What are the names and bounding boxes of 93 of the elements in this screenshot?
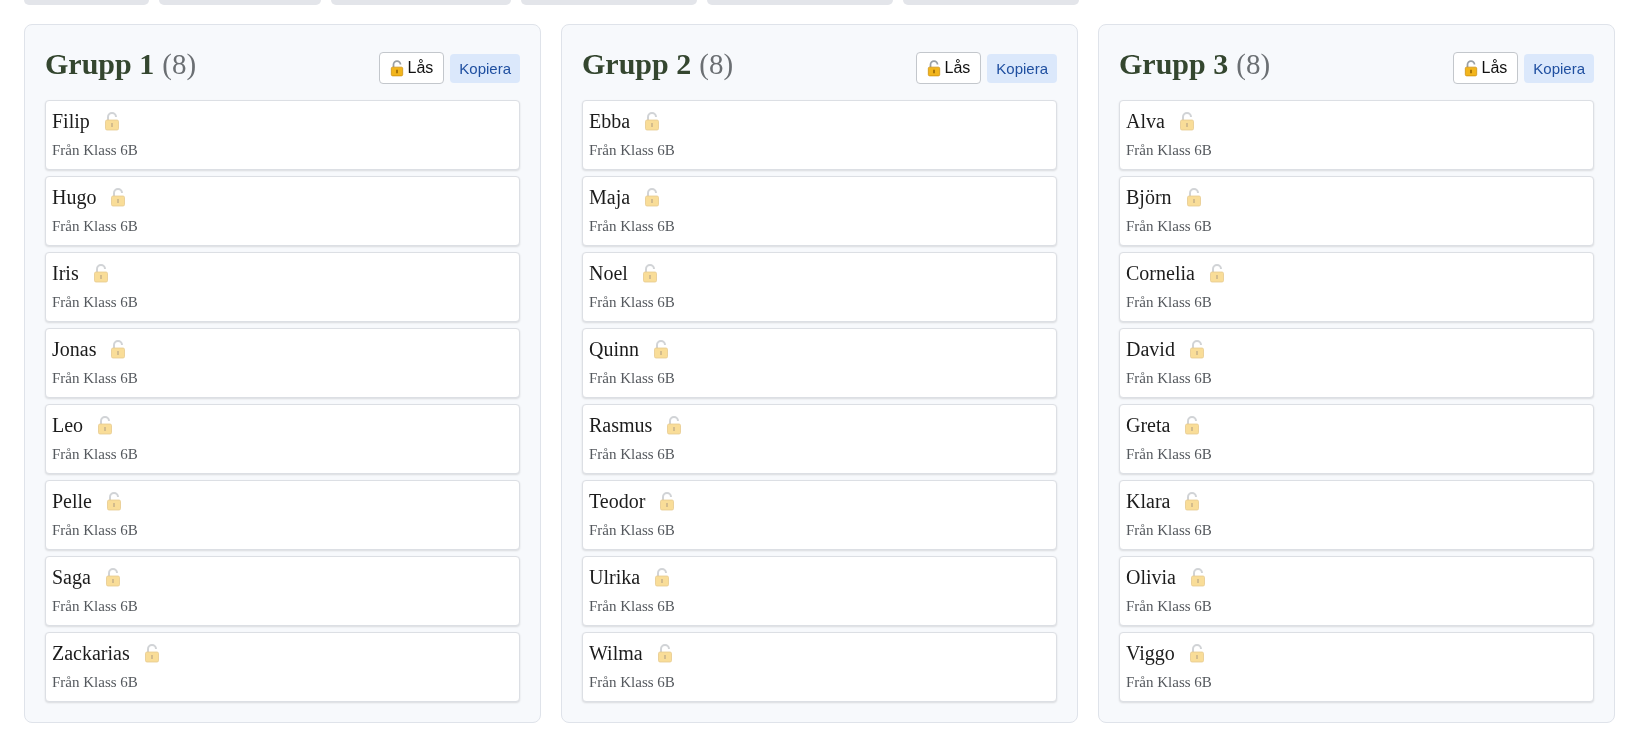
student-name: Leo xyxy=(52,413,84,437)
student-card[interactable]: Iris Från Klass 6B xyxy=(45,252,520,322)
student-card[interactable]: Hugo Från Klass 6B xyxy=(45,176,520,246)
student-card[interactable]: Björn Från Klass 6B xyxy=(1119,176,1594,246)
student-card[interactable]: Leo Från Klass 6B xyxy=(45,404,520,474)
toolbar-button[interactable] xyxy=(521,0,697,5)
student-name: Filip xyxy=(52,109,90,133)
group-count: (8) xyxy=(162,48,197,81)
student-name: Olivia xyxy=(1126,565,1176,589)
student-name: Teodor xyxy=(589,489,646,513)
student-origin: Från Klass 6B xyxy=(589,674,676,691)
copy-button[interactable]: Kopiera xyxy=(450,53,520,83)
student-name: Maja xyxy=(589,185,631,209)
student-name: Rasmus xyxy=(589,413,653,437)
student-card[interactable]: Maja Från Klass 6B xyxy=(582,176,1057,246)
toolbar-button[interactable] xyxy=(331,0,511,5)
student-card[interactable]: Quinn Från Klass 6B xyxy=(582,328,1057,398)
student-origin: Från Klass 6B xyxy=(1126,674,1213,691)
student-origin: Från Klass 6B xyxy=(52,598,139,615)
toolbar-button[interactable] xyxy=(24,0,149,5)
student-origin: Från Klass 6B xyxy=(1126,370,1213,387)
student-origin: Från Klass 6B xyxy=(52,142,139,159)
student-origin: Från Klass 6B xyxy=(52,218,139,235)
student-name: Ulrika xyxy=(589,565,641,589)
student-name: Wilma xyxy=(589,641,643,665)
group-title: Grupp 3 xyxy=(1119,47,1229,81)
student-card[interactable]: Olivia Från Klass 6B xyxy=(1119,556,1594,626)
student-origin: Från Klass 6B xyxy=(1126,446,1213,463)
student-card[interactable]: Saga Från Klass 6B xyxy=(45,556,520,626)
student-origin: Från Klass 6B xyxy=(1126,218,1213,235)
student-name: Zackarias xyxy=(52,641,130,665)
student-name: Klara xyxy=(1126,489,1171,513)
student-card[interactable]: Rasmus Från Klass 6B xyxy=(582,404,1057,474)
student-origin: Från Klass 6B xyxy=(589,370,676,387)
student-card[interactable]: Cornelia Från Klass 6B xyxy=(1119,252,1594,322)
lock-button[interactable]: Lås xyxy=(378,52,445,84)
student-name: Alva xyxy=(1126,109,1165,133)
student-origin: Från Klass 6B xyxy=(1126,522,1213,539)
student-name: Iris xyxy=(52,261,79,285)
copy-button[interactable]: Kopiera xyxy=(987,53,1057,83)
lock-button[interactable]: Lås xyxy=(1452,52,1519,84)
group-count: (8) xyxy=(1236,48,1271,81)
student-card[interactable]: Ebba Från Klass 6B xyxy=(582,100,1057,170)
student-card[interactable]: Alva Från Klass 6B xyxy=(1119,100,1594,170)
unlocked-padlock-icon xyxy=(1463,59,1478,77)
student-card[interactable]: Klara Från Klass 6B xyxy=(1119,480,1594,550)
student-name: Greta xyxy=(1126,413,1171,437)
student-name: Hugo xyxy=(52,185,97,209)
copy-button[interactable]: Kopiera xyxy=(1524,53,1594,83)
group-count: (8) xyxy=(699,48,734,81)
student-origin: Från Klass 6B xyxy=(589,522,676,539)
group-title: Grupp 2 xyxy=(582,47,692,81)
student-origin: Från Klass 6B xyxy=(52,370,139,387)
student-card[interactable]: Teodor Från Klass 6B xyxy=(582,480,1057,550)
student-origin: Från Klass 6B xyxy=(52,294,139,311)
student-origin: Från Klass 6B xyxy=(1126,294,1213,311)
student-name: Ebba xyxy=(589,109,631,133)
student-card[interactable]: David Från Klass 6B xyxy=(1119,328,1594,398)
student-origin: Från Klass 6B xyxy=(589,446,676,463)
toolbar-button[interactable] xyxy=(707,0,893,5)
student-origin: Från Klass 6B xyxy=(52,446,139,463)
group-title: Grupp 1 xyxy=(45,47,155,81)
student-card[interactable]: Greta Från Klass 6B xyxy=(1119,404,1594,474)
student-name: Pelle xyxy=(52,489,92,513)
student-origin: Från Klass 6B xyxy=(52,674,139,691)
student-card[interactable]: Wilma Från Klass 6B xyxy=(582,632,1057,702)
student-card[interactable]: Noel Från Klass 6B xyxy=(582,252,1057,322)
student-card[interactable]: Zackarias Från Klass 6B xyxy=(45,632,520,702)
student-card[interactable]: Pelle Från Klass 6B xyxy=(45,480,520,550)
student-card[interactable]: Viggo Från Klass 6B xyxy=(1119,632,1594,702)
student-name: Cornelia xyxy=(1126,261,1195,285)
student-origin: Från Klass 6B xyxy=(1126,142,1213,159)
student-name: Jonas xyxy=(52,337,97,361)
lock-button[interactable]: Lås xyxy=(915,52,982,84)
toolbar-button[interactable] xyxy=(903,0,1079,5)
student-name: Noel xyxy=(589,261,628,285)
toolbar-button[interactable] xyxy=(159,0,321,5)
student-name: Viggo xyxy=(1126,641,1175,665)
student-card[interactable]: Jonas Från Klass 6B xyxy=(45,328,520,398)
unlocked-padlock-icon xyxy=(926,59,941,77)
student-origin: Från Klass 6B xyxy=(589,294,676,311)
student-name: Saga xyxy=(52,565,91,589)
student-origin: Från Klass 6B xyxy=(589,218,676,235)
student-origin: Från Klass 6B xyxy=(589,598,676,615)
student-name: Björn xyxy=(1126,185,1172,209)
student-card[interactable]: Ulrika Från Klass 6B xyxy=(582,556,1057,626)
student-origin: Från Klass 6B xyxy=(589,142,676,159)
unlocked-padlock-icon xyxy=(389,59,404,77)
student-card[interactable]: Filip Från Klass 6B xyxy=(45,100,520,170)
student-origin: Från Klass 6B xyxy=(1126,598,1213,615)
student-origin: Från Klass 6B xyxy=(52,522,139,539)
student-name: Quinn xyxy=(589,337,639,361)
student-name: David xyxy=(1126,337,1175,361)
